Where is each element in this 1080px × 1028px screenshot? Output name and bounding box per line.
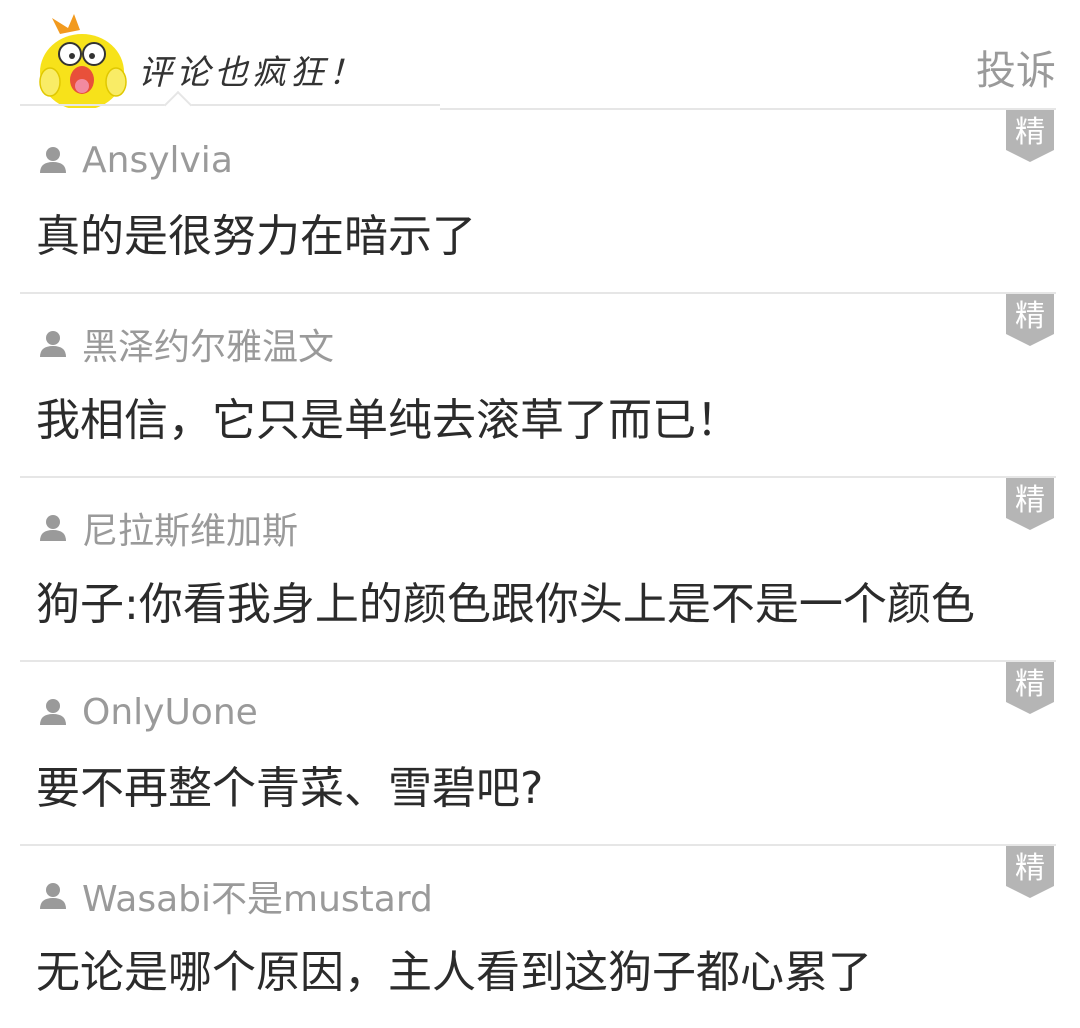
user-icon — [38, 329, 68, 359]
comment-username: 尼拉斯维加斯 — [82, 511, 299, 552]
comment-user[interactable]: OnlyUone — [38, 690, 258, 734]
user-icon — [38, 513, 68, 543]
user-icon — [38, 881, 68, 911]
comment-divider — [440, 108, 1056, 110]
comment-text: 无论是哪个原因，主人看到这狗子都心累了 — [36, 947, 872, 998]
featured-badge-label: 精 — [1015, 483, 1045, 518]
featured-badge-label: 精 — [1015, 851, 1045, 886]
comment-item: 精 Wasabi不是mustard 无论是哪个原因，主人看到这狗子都心累了 — [0, 844, 1080, 1028]
comments-header: 评论也疯狂！ 投诉 — [0, 0, 1080, 120]
comment-divider — [20, 476, 1056, 478]
comment-item: 精 黑泽约尔雅温文 我相信，它只是单纯去滚草了而已！ — [0, 292, 1080, 476]
comment-user[interactable]: 尼拉斯维加斯 — [38, 506, 298, 552]
comment-text: 要不再整个青菜、雪碧吧? — [36, 763, 544, 814]
comment-text: 真的是很努力在暗示了 — [36, 211, 476, 262]
comment-divider — [20, 844, 1056, 846]
chick-mascot-icon — [30, 12, 130, 110]
user-icon — [38, 697, 68, 727]
report-button[interactable]: 投诉 — [976, 38, 1056, 96]
comment-user[interactable]: 黑泽约尔雅温文 — [38, 322, 334, 368]
comment-list: 精 Ansylvia 真的是很努力在暗示了 精 黑泽约尔雅温文 我相信，它只是单… — [0, 108, 1080, 1028]
comment-item: 精 尼拉斯维加斯 狗子:你看我身上的颜色跟你头上是不是一个颜色 — [0, 476, 1080, 660]
comment-item: 精 Ansylvia 真的是很努力在暗示了 — [0, 108, 1080, 292]
comment-user[interactable]: Ansylvia — [38, 138, 233, 182]
comment-username: Wasabi不是mustard — [82, 879, 433, 920]
featured-badge: 精 — [1006, 110, 1054, 162]
comment-user[interactable]: Wasabi不是mustard — [38, 874, 433, 920]
comment-divider — [20, 660, 1056, 662]
featured-badge: 精 — [1006, 294, 1054, 346]
comment-username: OnlyUone — [82, 691, 258, 733]
comment-text: 我相信，它只是单纯去滚草了而已！ — [36, 395, 740, 446]
user-icon — [38, 145, 68, 175]
featured-badge-label: 精 — [1015, 299, 1045, 334]
comment-username: Ansylvia — [82, 139, 233, 181]
featured-badge: 精 — [1006, 662, 1054, 714]
header-divider — [20, 104, 440, 106]
comment-username: 黑泽约尔雅温文 — [82, 327, 335, 368]
featured-badge-label: 精 — [1015, 115, 1045, 150]
header-title: 评论也疯狂！ — [138, 53, 366, 93]
featured-badge: 精 — [1006, 846, 1054, 898]
comment-text: 狗子:你看我身上的颜色跟你头上是不是一个颜色 — [36, 579, 975, 630]
comment-divider — [20, 292, 1056, 294]
featured-badge-label: 精 — [1015, 667, 1045, 702]
featured-badge: 精 — [1006, 478, 1054, 530]
comment-item: 精 OnlyUone 要不再整个青菜、雪碧吧? — [0, 660, 1080, 844]
